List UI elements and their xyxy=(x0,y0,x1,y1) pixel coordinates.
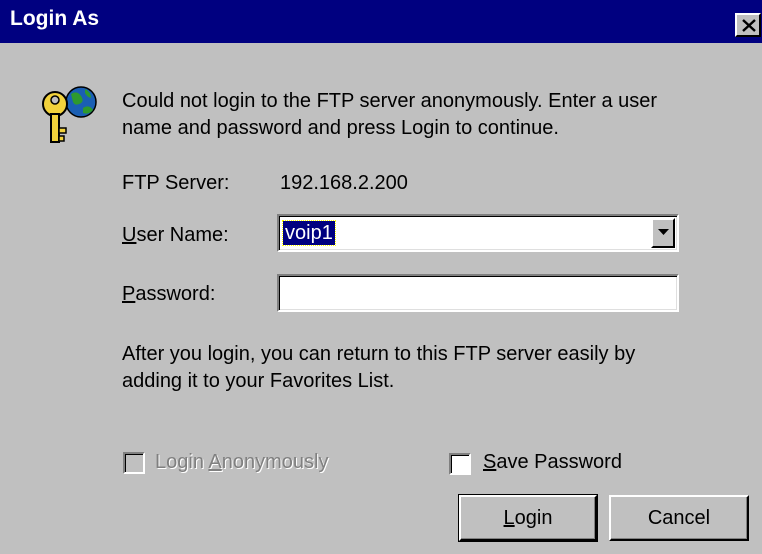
save-password-checkbox[interactable] xyxy=(449,453,471,475)
login-button[interactable]: Login xyxy=(458,494,598,542)
instruction-message: Could not login to the FTP server anonym… xyxy=(122,90,658,139)
password-label-rest: assword: xyxy=(135,283,216,305)
save-password-rest: ave Password xyxy=(496,451,622,473)
username-value: voip1 xyxy=(282,220,336,246)
login-anonymously-label: Login Anonymously xyxy=(155,451,328,474)
close-button[interactable] xyxy=(735,13,761,37)
password-field[interactable] xyxy=(277,274,679,312)
username-label: User Name: xyxy=(122,224,229,247)
save-password-accel: S xyxy=(483,451,497,473)
favorites-info: After you login, you can return to this … xyxy=(122,343,636,392)
username-label-rest: ser Name: xyxy=(136,224,229,246)
login-button-rest: ogin xyxy=(514,506,553,529)
login-anonymously-text-a: Login xyxy=(155,451,209,473)
username-label-accel: U xyxy=(122,224,137,246)
username-dropdown-button[interactable] xyxy=(651,218,675,248)
username-combobox[interactable]: voip1 xyxy=(277,214,679,252)
key-globe-icon xyxy=(42,86,97,143)
save-password-label: Save Password xyxy=(483,451,622,474)
login-anonymously-text-b: nonymously xyxy=(221,451,329,473)
chevron-down-icon xyxy=(658,229,669,235)
close-icon xyxy=(742,19,756,32)
login-anonymously-checkbox[interactable] xyxy=(123,452,145,474)
ftp-server-label: FTP Server: xyxy=(122,172,230,194)
login-button-accel: L xyxy=(503,506,515,529)
password-label-accel: P xyxy=(122,283,136,305)
login-anonymously-accel: A xyxy=(208,451,222,473)
cancel-button[interactable]: Cancel xyxy=(609,495,749,541)
window-title: Login As xyxy=(10,7,100,30)
title-bar: Login As xyxy=(0,0,762,43)
password-label: Password: xyxy=(122,283,215,306)
ftp-server-value: 192.168.2.200 xyxy=(280,172,408,194)
